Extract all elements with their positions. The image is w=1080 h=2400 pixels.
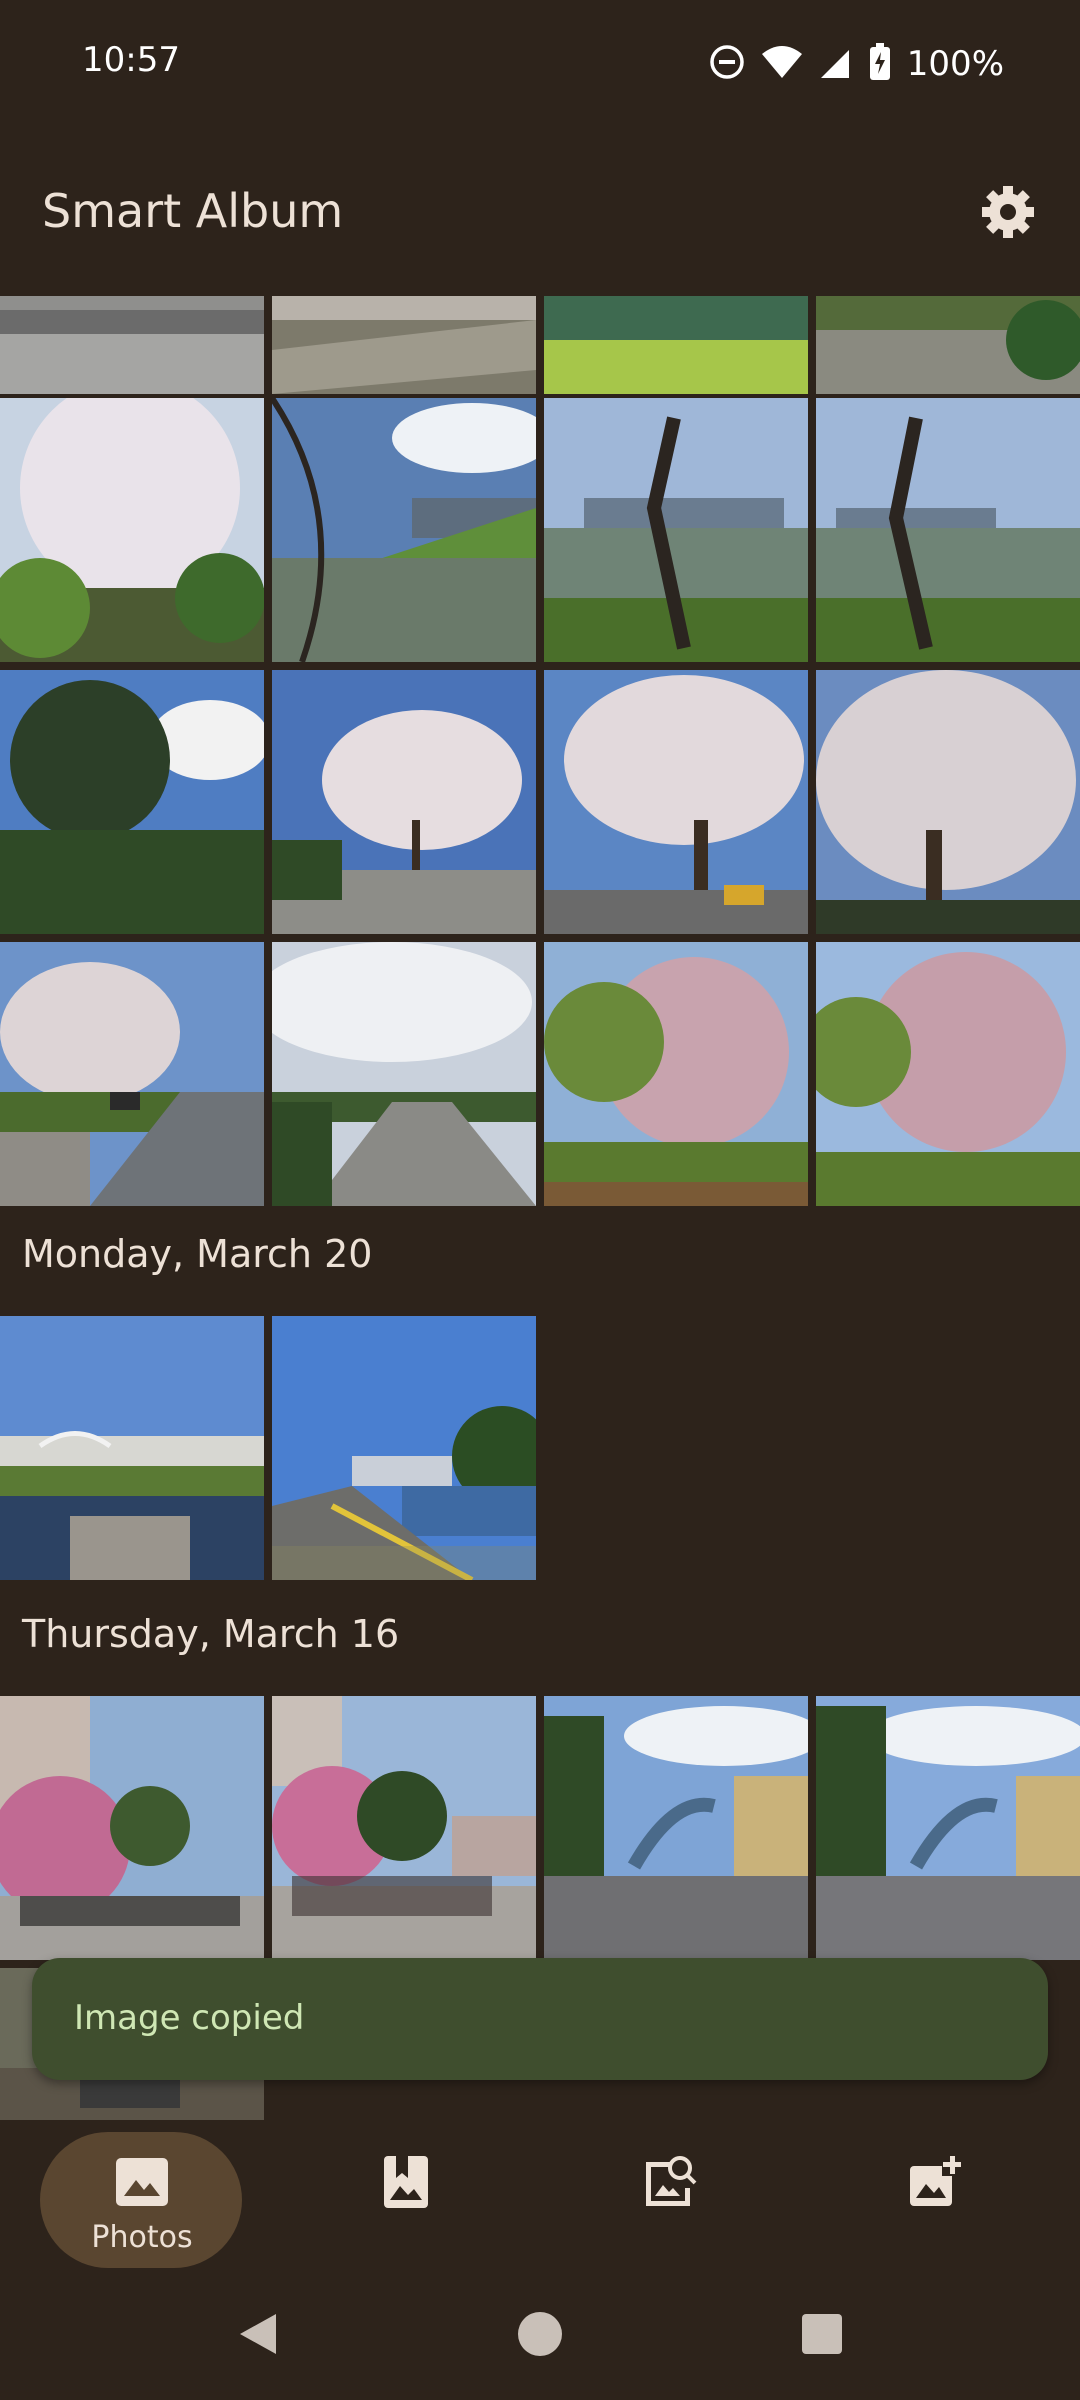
albums-icon bbox=[384, 2156, 428, 2208]
photo-thumbnail[interactable] bbox=[544, 670, 808, 934]
battery-charging-icon bbox=[869, 43, 891, 85]
photo-thumbnail[interactable] bbox=[272, 1316, 536, 1580]
snackbar-message: Image copied bbox=[74, 1998, 305, 2038]
home-icon[interactable] bbox=[516, 2310, 564, 2358]
nav-item-photos[interactable]: Photos bbox=[42, 2132, 242, 2268]
date-header: Thursday, March 16 bbox=[22, 1612, 400, 1656]
photo-thumbnail[interactable] bbox=[0, 1316, 264, 1580]
photo-thumbnail[interactable] bbox=[0, 670, 264, 934]
image-search-icon bbox=[646, 2156, 697, 2206]
photo-thumbnail[interactable] bbox=[544, 942, 808, 1206]
photo-thumbnail[interactable] bbox=[816, 296, 1080, 394]
nav-item-search[interactable] bbox=[570, 2132, 770, 2268]
bottom-navigation: Photos bbox=[0, 2120, 1080, 2280]
photo-thumbnail[interactable] bbox=[544, 296, 808, 394]
signal-icon bbox=[819, 45, 853, 83]
wifi-icon bbox=[761, 45, 803, 83]
photo-thumbnail[interactable] bbox=[0, 296, 264, 394]
page-title: Smart Album bbox=[42, 184, 344, 238]
photo-thumbnail[interactable] bbox=[544, 398, 808, 662]
photo-thumbnail[interactable] bbox=[0, 942, 264, 1206]
gear-icon bbox=[982, 186, 1034, 238]
battery-percent: 100% bbox=[906, 44, 1004, 84]
settings-button[interactable] bbox=[976, 180, 1040, 244]
status-icons: 100% bbox=[709, 40, 1004, 88]
snackbar: Image copied bbox=[32, 1958, 1048, 2080]
do-not-disturb-icon bbox=[709, 44, 745, 84]
nav-item-albums[interactable] bbox=[306, 2132, 506, 2268]
photo-thumbnail[interactable] bbox=[0, 1696, 264, 1960]
photos-icon bbox=[116, 2158, 168, 2206]
nav-item-add[interactable] bbox=[834, 2132, 1034, 2268]
photo-thumbnail[interactable] bbox=[816, 942, 1080, 1206]
photo-thumbnail[interactable] bbox=[272, 398, 536, 662]
add-photo-icon bbox=[910, 2154, 962, 2206]
status-bar: 10:57 100% bbox=[0, 0, 1080, 128]
photo-thumbnail[interactable] bbox=[272, 942, 536, 1206]
date-header: Monday, March 20 bbox=[22, 1232, 373, 1276]
photo-scroll-area[interactable]: Monday, March 20 Thursday, March 16 bbox=[0, 296, 1080, 2120]
photo-thumbnail[interactable] bbox=[816, 398, 1080, 662]
recents-icon[interactable] bbox=[800, 2312, 844, 2356]
photo-thumbnail[interactable] bbox=[816, 670, 1080, 934]
system-navigation-bar bbox=[0, 2280, 1080, 2400]
photo-thumbnail[interactable] bbox=[272, 1696, 536, 1960]
nav-label-photos: Photos bbox=[91, 2220, 193, 2255]
photo-thumbnail[interactable] bbox=[0, 398, 264, 662]
photo-thumbnail[interactable] bbox=[272, 670, 536, 934]
photo-thumbnail[interactable] bbox=[816, 1696, 1080, 1960]
app-bar: Smart Album bbox=[0, 150, 1080, 270]
photo-thumbnail[interactable] bbox=[544, 1696, 808, 1960]
status-time: 10:57 bbox=[82, 40, 180, 80]
back-icon[interactable] bbox=[236, 2310, 282, 2358]
photo-thumbnail[interactable] bbox=[272, 296, 536, 394]
